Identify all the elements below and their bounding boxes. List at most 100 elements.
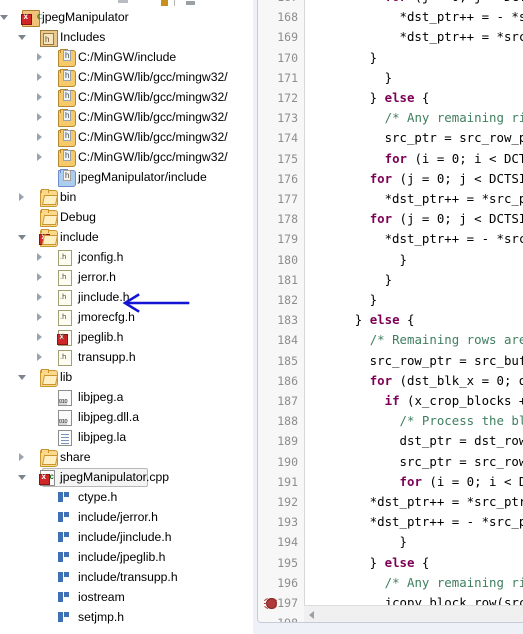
tree-item-label: jerror.h	[78, 270, 116, 284]
tree-item-c-mingw-lib-gcc-mingw32[interactable]: C:/MinGW/lib/gcc/mingw32/	[0, 107, 249, 127]
line-number: 181	[277, 272, 298, 287]
tree-item-jinclude-h[interactable]: jinclude.h	[0, 287, 249, 307]
tree-item-include[interactable]: include	[0, 227, 249, 247]
chevron-right-icon[interactable]	[36, 293, 45, 302]
chevron-right-icon[interactable]	[36, 253, 45, 262]
tree-item-jpegmanipulator-include[interactable]: jpegManipulator/include	[0, 167, 249, 187]
code-line: 169 *dst_ptr++ = *src_ptr-	[258, 27, 523, 47]
line-number: 176	[277, 171, 298, 186]
tree-item-iostream[interactable]: iostream	[0, 587, 249, 607]
line-number: 195	[277, 555, 298, 570]
project-explorer-tree[interactable]: jpegManipulator Includes C:/MinGW/include C…	[0, 7, 249, 634]
tree-item-transupp-h[interactable]: transupp.h	[0, 347, 249, 367]
tree-item-label: include/jpeglib.h	[78, 550, 166, 564]
tree-item-c-mingw-lib-gcc-mingw32[interactable]: C:/MinGW/lib/gcc/mingw32/	[0, 87, 249, 107]
tree-item-label: C:/MinGW/lib/gcc/mingw32/	[78, 90, 228, 104]
code-line: 175 for (i = 0; i < DCTSI	[258, 149, 523, 169]
chevron-right-icon[interactable]	[18, 453, 27, 462]
tree-item-label: include/jinclude.h	[78, 530, 172, 544]
chevron-down-icon[interactable]	[18, 373, 27, 382]
chevron-down-icon[interactable]	[18, 473, 27, 482]
chevron-right-icon[interactable]	[36, 53, 45, 62]
tree-item-jpegmanipulator-cpp[interactable]: jpegManipulator.cpp	[0, 467, 249, 487]
code-line: 189 dst_ptr = dst_row_ptr|	[258, 431, 523, 451]
header-file-icon	[58, 350, 72, 366]
code-text: for (j = 0; j < DCTSIZE;	[369, 170, 523, 186]
toolbar-fragment	[0, 0, 250, 7]
code-text: }	[310, 251, 407, 267]
cpp-file-icon	[39, 470, 55, 486]
header-file-icon	[58, 290, 72, 306]
code-line: 191 for (i = 0; i < DCTSI	[258, 472, 523, 492]
code-line: 178 for (j = 0; j < DCTSIZE;	[258, 209, 523, 229]
tree-item-share[interactable]: share	[0, 447, 249, 467]
line-number: 186	[277, 373, 298, 388]
c-project-icon	[21, 7, 42, 27]
line-number: 171	[277, 70, 298, 85]
code-text: for (i = 0; i < DCTSI	[399, 473, 523, 489]
tree-item-ctype-h[interactable]: ctype.h	[0, 487, 249, 507]
tree-item-lib[interactable]: lib	[0, 367, 249, 387]
toolbar-button-plain-icon[interactable]	[186, 1, 195, 5]
code-text: *dst_ptr++ = *src_ptr-	[384, 191, 523, 206]
line-number: 185	[277, 353, 298, 368]
chevron-down-icon[interactable]	[0, 13, 9, 22]
tree-item-libjpeg-la[interactable]: libjpeg.la	[0, 427, 249, 447]
tree-item-includes[interactable]: Includes	[0, 27, 249, 50]
tree-item-libjpeg-dll-a[interactable]: libjpeg.dll.a	[0, 407, 249, 427]
editor-horizontal-scrollbar[interactable]	[304, 605, 523, 622]
line-number: 172	[277, 91, 298, 105]
tree-item-label: jmorecfg.h	[78, 310, 135, 324]
toolbar-button-yellow-icon[interactable]	[161, 0, 168, 6]
chevron-right-icon[interactable]	[36, 353, 45, 362]
tree-item-label: C:/MinGW/lib/gcc/mingw32/	[78, 130, 228, 144]
tree-item-jpegmanipulator[interactable]: jpegManipulator	[0, 7, 249, 27]
tree-item-jconfig-h[interactable]: jconfig.h	[0, 247, 249, 267]
tree-item-jpeglib-h[interactable]: jpeglib.h	[0, 327, 249, 347]
chevron-right-icon[interactable]	[36, 133, 45, 142]
chevron-right-icon[interactable]	[36, 93, 45, 102]
chevron-right-icon[interactable]	[36, 273, 45, 282]
line-number: 173	[277, 111, 298, 126]
tree-item-c-mingw-lib-gcc-mingw32[interactable]: C:/MinGW/lib/gcc/mingw32/	[0, 127, 249, 147]
tree-item-label: include	[60, 230, 99, 244]
tree-item-include-transupp-h[interactable]: include/transupp.h	[0, 567, 249, 587]
chevron-down-icon[interactable]	[18, 233, 27, 242]
tree-item-setjmp-h[interactable]: setjmp.h	[0, 607, 249, 627]
chevron-down-icon[interactable]	[18, 33, 27, 42]
tree-item-include-jerror-h[interactable]: include/jerror.h	[0, 507, 249, 527]
code-text: if (x_crop_blocks + dst_	[384, 393, 523, 408]
tree-item-libjpeg-a[interactable]: libjpeg.a	[0, 387, 249, 407]
tree-item-label: jpegManipulator.cpp	[60, 470, 170, 484]
chevron-right-icon[interactable]	[18, 193, 27, 202]
code-text: src_row_ptr = src_buffer[	[369, 352, 523, 368]
code-text: *dst_ptr++ = - *src_ptr-	[369, 514, 523, 530]
tree-item-debug[interactable]: Debug	[0, 207, 249, 227]
tree-item-c-mingw-include[interactable]: C:/MinGW/include	[0, 47, 249, 67]
tree-item-c-mingw-lib-gcc-mingw32[interactable]: C:/MinGW/lib/gcc/mingw32/	[0, 67, 249, 87]
eclipse-ide-window: jpegManipulator Includes C:/MinGW/include C…	[0, 0, 523, 634]
tree-item-jmorecfg-h[interactable]: jmorecfg.h	[0, 307, 249, 327]
tree-item-include-jpeglib-h[interactable]: include/jpeglib.h	[0, 547, 249, 567]
toolbar-button-grey-icon[interactable]	[118, 0, 128, 3]
chevron-right-icon[interactable]	[36, 73, 45, 82]
code-text: /* Remaining rows are just	[369, 332, 523, 348]
tree-item-jerror-h[interactable]: jerror.h	[0, 267, 249, 287]
chevron-right-icon[interactable]	[36, 153, 45, 162]
line-number: 182	[277, 293, 298, 307]
include-path-icon	[58, 49, 76, 67]
folder-icon	[40, 189, 58, 207]
editor-code-area[interactable]: 167 for (j = 0; j < DCTSIZE;168 *dst_ptr…	[258, 0, 523, 622]
tree-item-c-mingw-lib-gcc-mingw32[interactable]: C:/MinGW/lib/gcc/mingw32/	[0, 147, 249, 167]
line-number: 170	[277, 50, 298, 65]
tree-item-bin[interactable]: bin	[0, 187, 249, 207]
code-text: } else {	[310, 554, 430, 570]
error-badge-icon	[39, 232, 50, 245]
chevron-right-icon[interactable]	[36, 113, 45, 122]
code-line: 171 }	[258, 68, 523, 88]
tree-item-include-jinclude-h[interactable]: include/jinclude.h	[0, 527, 249, 547]
line-number: 169	[277, 30, 298, 45]
chevron-right-icon[interactable]	[36, 333, 45, 342]
line-number: 194	[277, 535, 298, 550]
chevron-right-icon[interactable]	[36, 313, 45, 322]
